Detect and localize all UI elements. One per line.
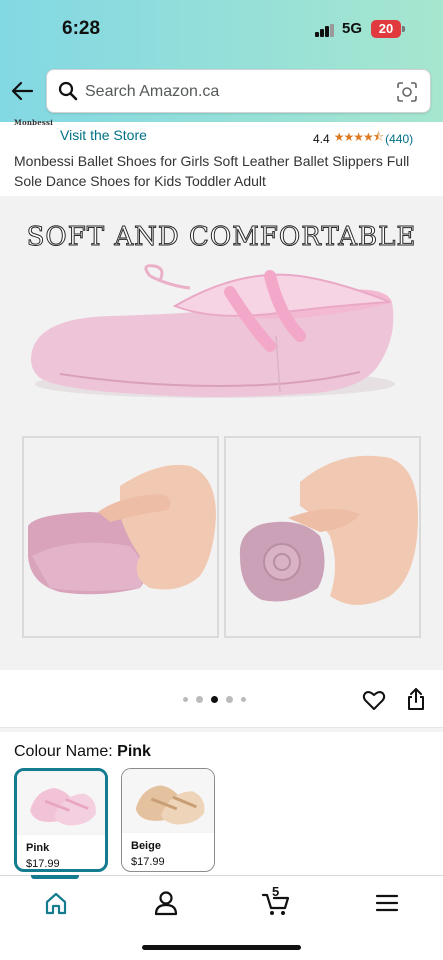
section-divider xyxy=(0,728,443,732)
cart-button[interactable]: 5 xyxy=(261,884,291,917)
colour-selected-value: Pink xyxy=(117,743,151,760)
battery-cap xyxy=(402,26,405,32)
swatch-name: Beige xyxy=(131,840,161,852)
carousel-dots[interactable] xyxy=(183,696,246,703)
top-header: 6:28 5G 20 xyxy=(0,0,443,122)
carousel-dot-active[interactable] xyxy=(211,696,218,703)
cart-count: 5 xyxy=(272,884,280,899)
colour-swatch-pink[interactable]: Pink $17.99 xyxy=(14,768,108,872)
carousel-dot[interactable] xyxy=(226,696,233,703)
pink-shoe-thumbnail xyxy=(17,771,105,835)
rating-count[interactable]: (440) xyxy=(385,132,413,146)
signal-icon xyxy=(315,24,335,37)
search-input[interactable] xyxy=(85,79,385,105)
star-rating-icon: ★★★★⯪ xyxy=(333,130,384,144)
status-bar: 6:28 5G 20 xyxy=(0,0,443,60)
battery-icon: 20 xyxy=(371,20,401,38)
network-label: 5G xyxy=(342,20,363,37)
carousel-dot[interactable] xyxy=(241,697,246,702)
carousel-dot[interactable] xyxy=(196,696,203,703)
swatch-price: $17.99 xyxy=(26,858,60,870)
visit-store-link[interactable]: Visit the Store xyxy=(60,127,147,143)
search-icon xyxy=(58,81,78,101)
camera-search-icon[interactable] xyxy=(396,81,418,103)
status-time: 6:28 xyxy=(62,18,101,39)
home-icon[interactable] xyxy=(41,889,71,917)
carousel-controls xyxy=(0,670,443,728)
image-headline: SOFT AND COMFORTABLE xyxy=(26,222,417,253)
beige-shoe-thumbnail xyxy=(122,769,214,833)
heart-icon[interactable] xyxy=(362,688,386,712)
product-title: Monbessi Ballet Shoes for Girls Soft Lea… xyxy=(14,153,410,189)
carousel-dot[interactable] xyxy=(183,697,188,702)
brand-logo[interactable]: Monbessi xyxy=(14,118,53,138)
back-arrow-icon[interactable] xyxy=(10,78,36,104)
account-icon[interactable] xyxy=(151,889,181,917)
rating-summary[interactable]: 4.4 ★★★★⯪ (440) xyxy=(313,128,413,149)
rating-value: 4.4 xyxy=(313,131,330,146)
menu-icon[interactable] xyxy=(372,889,402,917)
swatch-price: $17.99 xyxy=(131,856,165,868)
colour-name-label: Colour Name: Pink xyxy=(14,743,151,761)
colour-swatch-beige[interactable]: Beige $17.99 xyxy=(121,768,215,872)
product-image-carousel[interactable]: SOFT AND COMFORTABLE xyxy=(0,196,443,670)
ballet-shoe-illustration xyxy=(31,264,395,398)
colour-label-prefix: Colour Name: xyxy=(14,743,118,760)
home-indicator xyxy=(142,945,301,950)
product-image xyxy=(22,264,421,638)
swatch-name: Pink xyxy=(26,842,50,854)
active-tab-indicator xyxy=(31,875,79,879)
share-icon[interactable] xyxy=(406,687,426,711)
search-bar[interactable] xyxy=(46,69,431,113)
